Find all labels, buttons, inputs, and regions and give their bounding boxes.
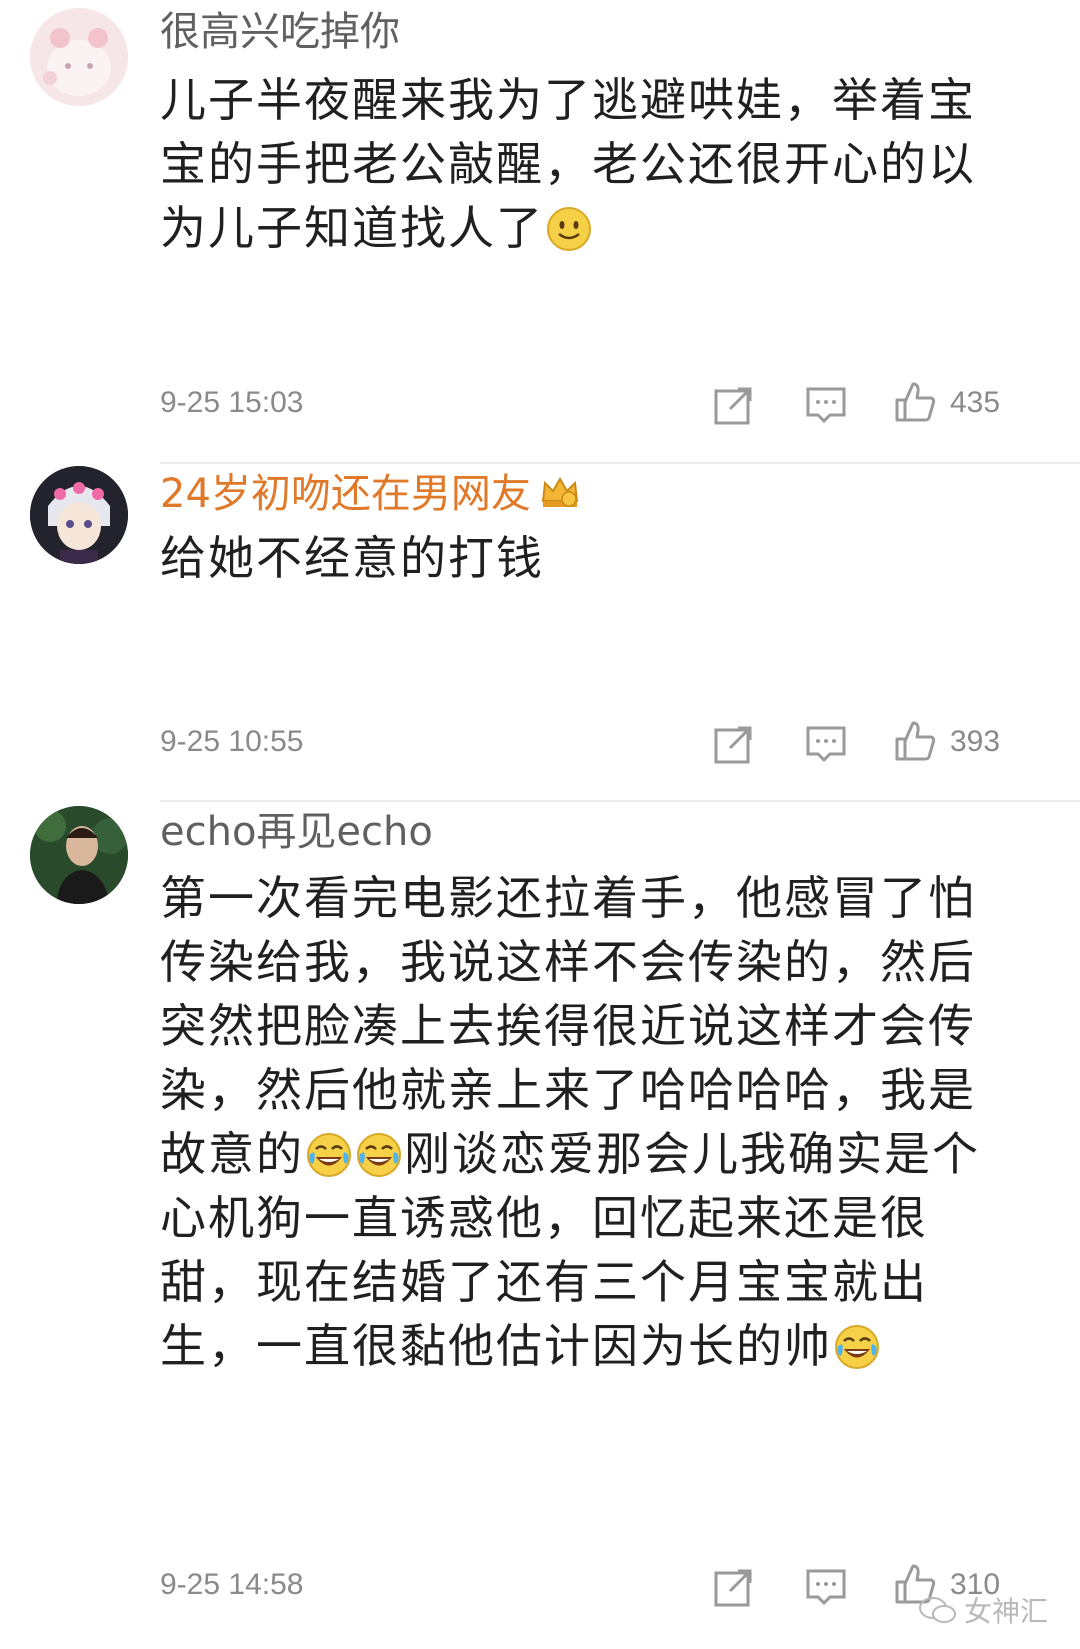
timestamp: 9-25 10:55 <box>160 725 304 758</box>
username[interactable]: 很高兴吃掉你 <box>160 8 400 56</box>
comment-icon[interactable] <box>804 722 848 766</box>
like-icon[interactable] <box>893 719 937 763</box>
comment-line: 甜，现在结婚了还有三个月宝宝就出 <box>160 1255 928 1309</box>
laugh-cry-emoji <box>356 1132 402 1178</box>
comment-line: 故意的 刚谈恋爱那会儿我确实是个 <box>160 1127 980 1181</box>
crown-badge-icon <box>539 471 581 513</box>
comment-line: 第一次看完电影还拉着手，他感冒了怕 <box>160 871 976 925</box>
divider <box>160 800 1080 802</box>
comment-line: 给她不经意的打钱 <box>160 531 544 585</box>
like-icon[interactable] <box>893 380 937 424</box>
comment-icon[interactable] <box>804 383 848 427</box>
username[interactable]: 24岁初吻还在男网友 <box>160 470 581 518</box>
watermark-text: 女神汇 <box>964 1595 1049 1628</box>
share-icon[interactable] <box>712 722 756 766</box>
comment-line: 心机狗一直诱惑他，回忆起来还是很 <box>160 1191 928 1245</box>
timestamp: 9-25 14:58 <box>160 1568 304 1601</box>
avatar[interactable] <box>30 806 128 904</box>
comment-line: 为儿子知道找人了 <box>160 196 1020 260</box>
share-icon[interactable] <box>712 383 756 427</box>
share-icon[interactable] <box>712 1565 756 1609</box>
like-count: 393 <box>950 725 1001 758</box>
comment-line: 儿子半夜醒来我为了逃避哄娃，举着宝 <box>160 73 976 127</box>
watermark: 女神汇 <box>918 1590 1048 1630</box>
username[interactable]: echo再见echo <box>160 808 433 856</box>
comment-line: 宝的手把老公敲醒，老公还很开心的以 <box>160 137 976 191</box>
comment-line: 突然把脸凑上去挨得很近说这样才会传 <box>160 999 976 1053</box>
comment-text: 儿子半夜醒来我为了逃避哄娃，举着宝 宝的手把老公敲醒，老公还很开心的以 为儿子知… <box>160 68 1020 260</box>
comment-line: 生，一直很黏他估计因为长的帅 <box>160 1314 1020 1378</box>
comment-text: 第一次看完电影还拉着手，他感冒了怕 传染给我，我说这样不会传染的，然后 突然把脸… <box>160 866 1020 1378</box>
wechat-icon <box>919 1597 956 1623</box>
comment-icon[interactable] <box>804 1565 848 1609</box>
divider <box>160 462 1080 464</box>
avatar[interactable] <box>30 466 128 564</box>
comment-line: 传染给我，我说这样不会传染的，然后 <box>160 935 976 989</box>
laugh-cry-emoji <box>306 1132 352 1178</box>
smile-emoji <box>546 206 592 252</box>
avatar[interactable] <box>30 8 128 106</box>
laugh-cry-emoji <box>834 1324 880 1370</box>
like-count: 435 <box>950 386 1001 419</box>
comment-line: 染，然后他就亲上来了哈哈哈哈，我是 <box>160 1063 976 1117</box>
timestamp: 9-25 15:03 <box>160 386 304 419</box>
comment-text: 给她不经意的打钱 <box>160 526 1020 590</box>
